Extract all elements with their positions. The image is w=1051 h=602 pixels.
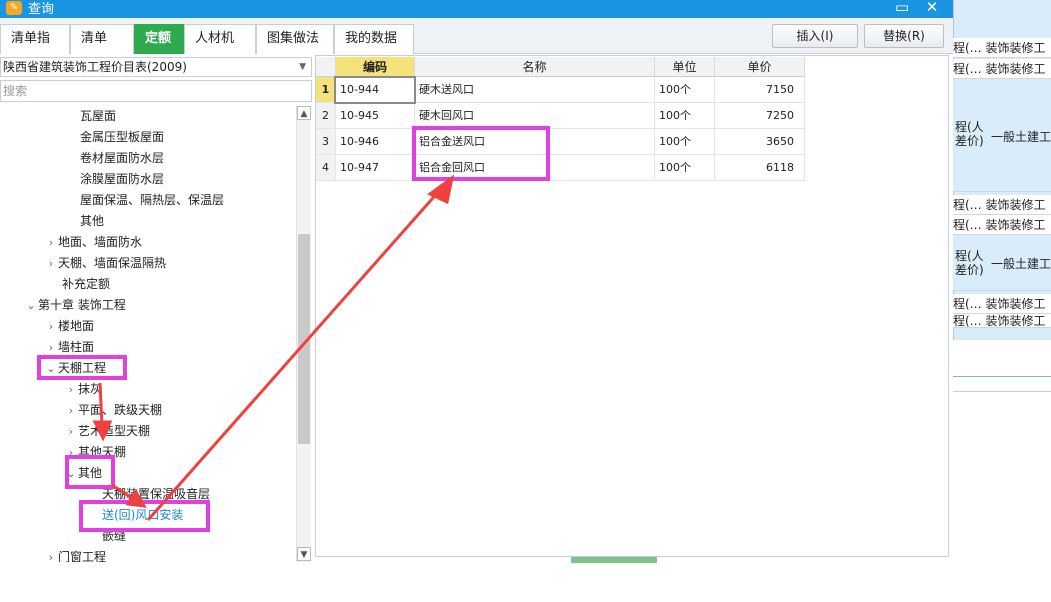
arrow-head bbox=[125, 489, 147, 508]
annotation-arrows bbox=[92, 174, 455, 521]
arrow-head bbox=[92, 420, 113, 442]
arrow-line bbox=[98, 382, 104, 426]
arrow-line bbox=[146, 189, 442, 521]
